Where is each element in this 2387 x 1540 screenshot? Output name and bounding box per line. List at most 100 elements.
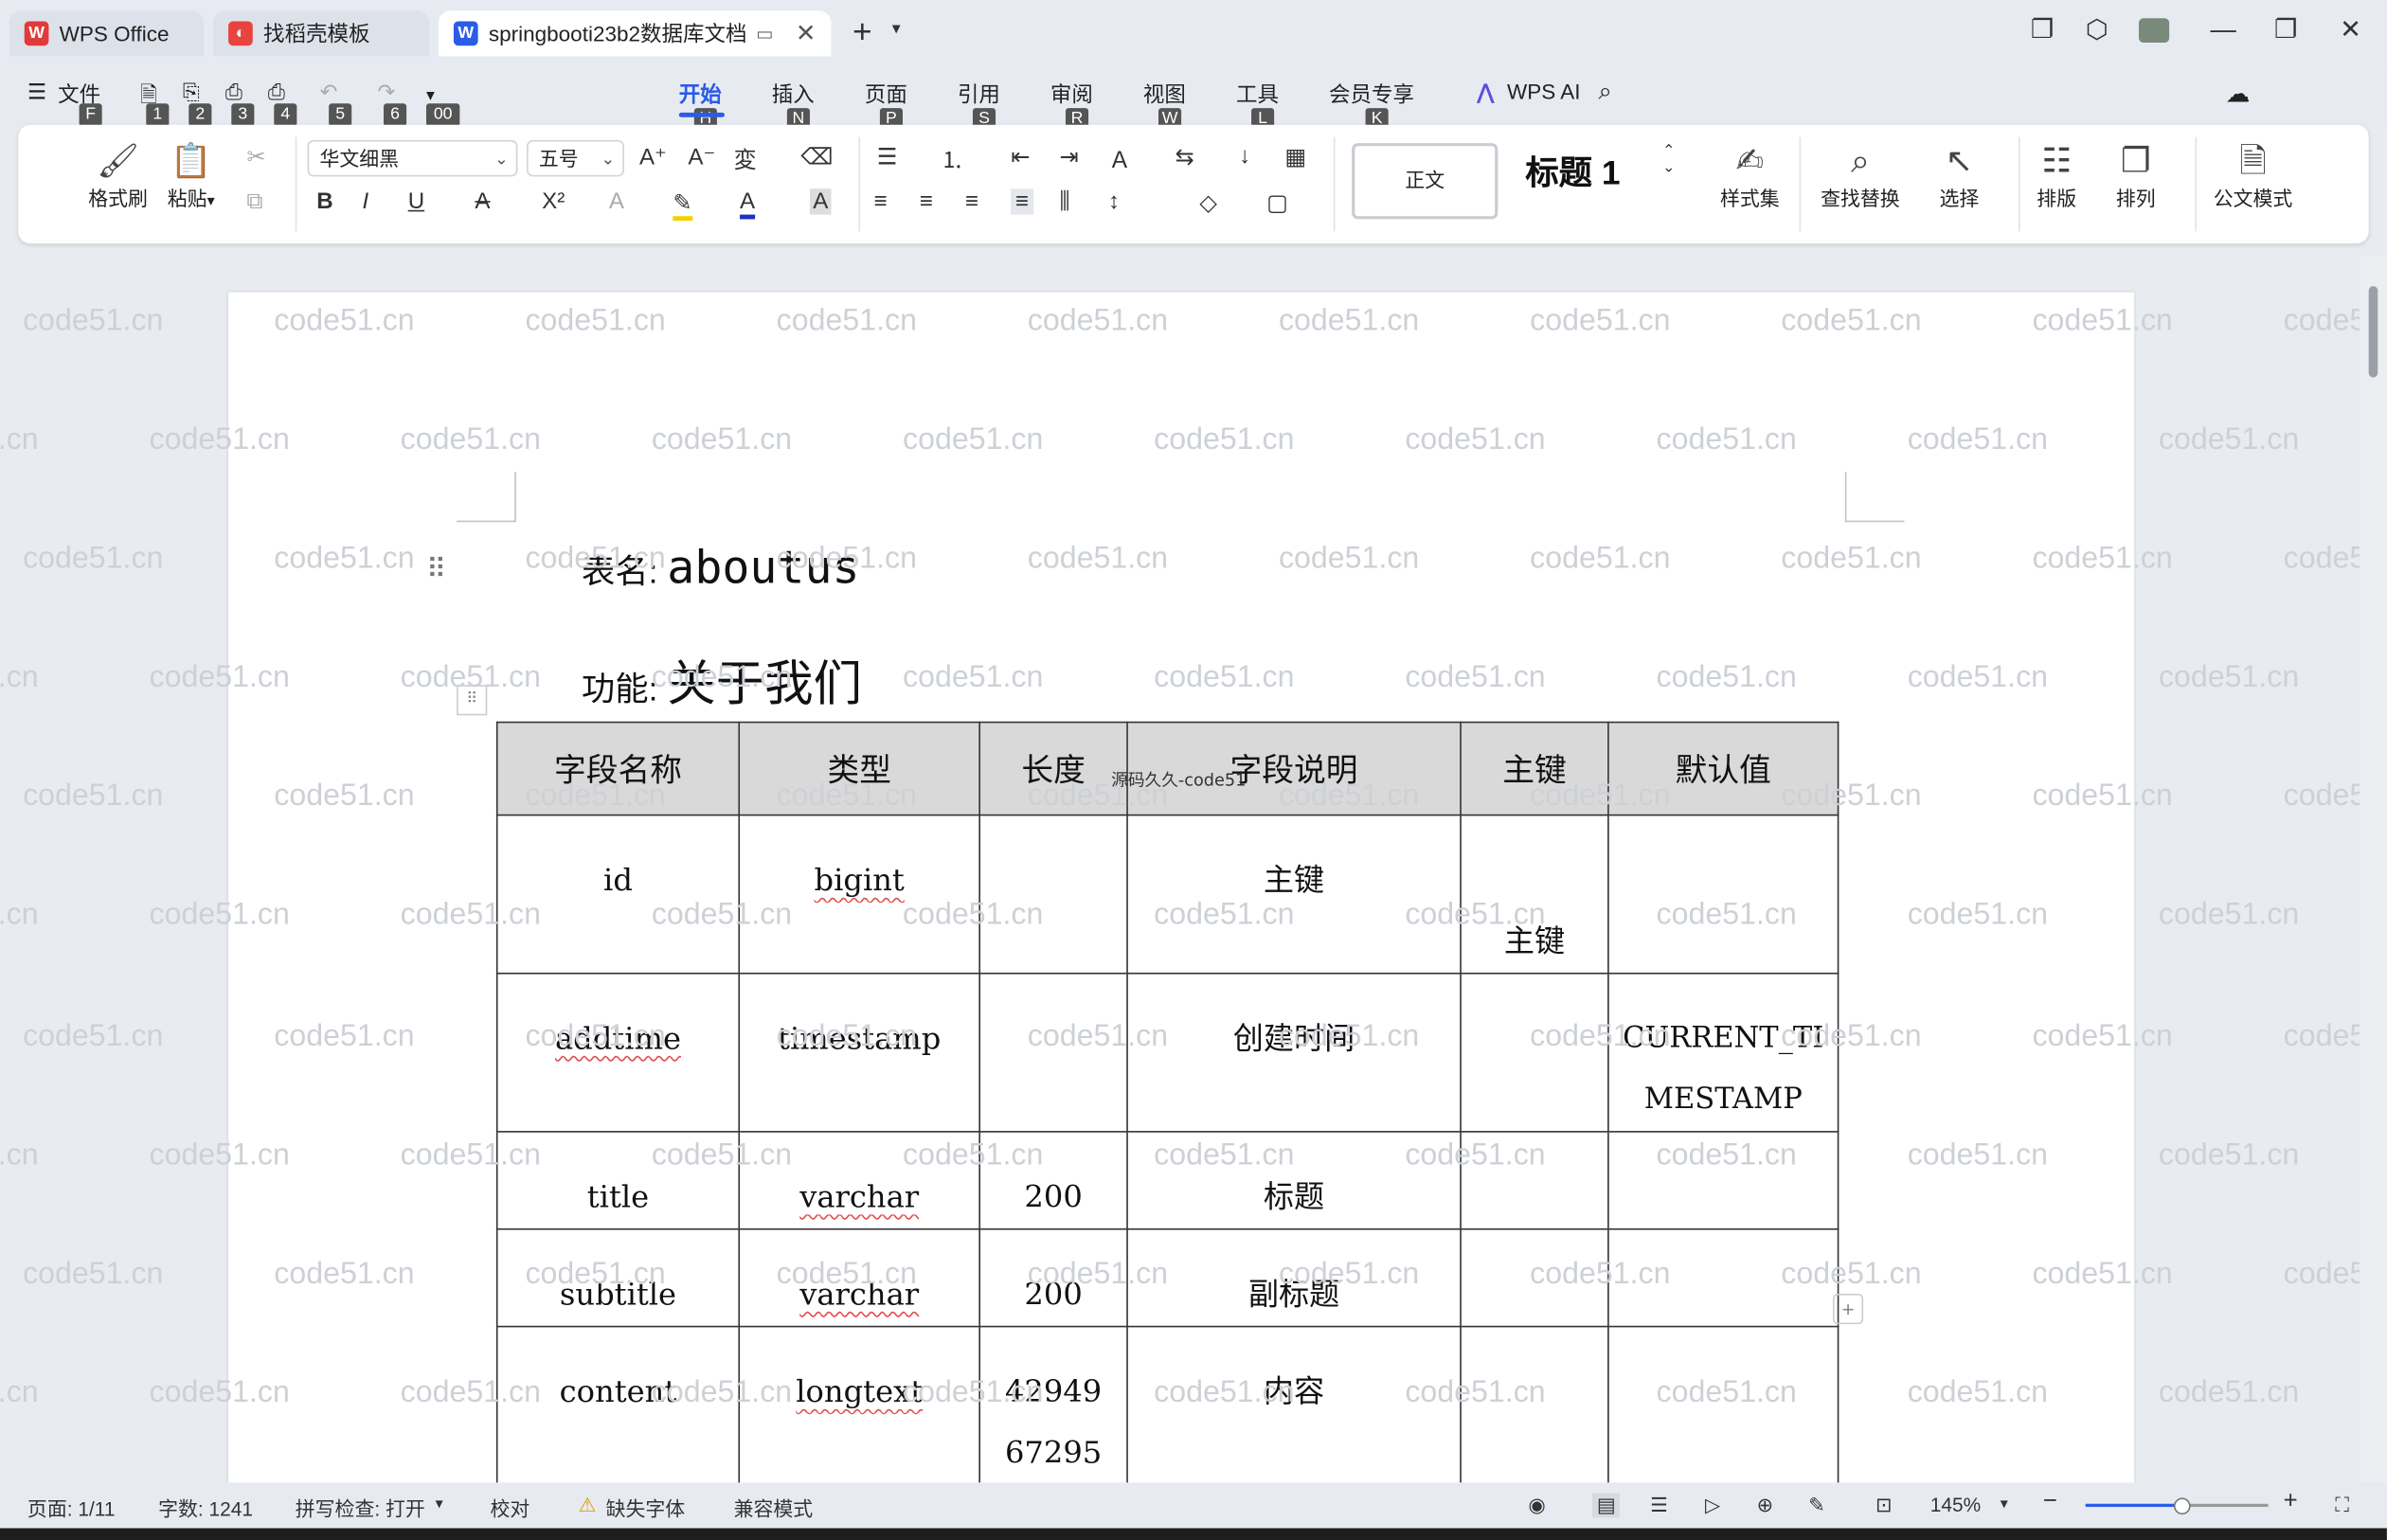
zoom-slider[interactable]: [2085, 1497, 2269, 1515]
decrease-indent-icon[interactable]: ⇤: [1011, 143, 1030, 170]
show-marks-icon[interactable]: ▦: [1284, 143, 1306, 170]
tab-page[interactable]: 页面: [865, 80, 907, 110]
text-direction-icon[interactable]: Ａ: [1108, 143, 1131, 175]
search-icon[interactable]: ⌕: [1598, 80, 1611, 107]
underline-icon[interactable]: U: [408, 188, 424, 214]
monitor-icon[interactable]: ▭: [756, 23, 773, 44]
superscript-icon[interactable]: X²: [542, 188, 565, 214]
align-center-icon[interactable]: ≡: [920, 188, 933, 214]
line-spacing-icon[interactable]: ↕: [1108, 188, 1120, 214]
export-icon[interactable]: ⎘: [183, 80, 200, 105]
play-icon[interactable]: ▷: [1705, 1494, 1720, 1518]
find-replace-button[interactable]: ⌕ 查找替换: [1821, 140, 1900, 212]
redo-icon[interactable]: ↷: [378, 80, 396, 105]
numbered-list-icon[interactable]: ⒈: [941, 143, 963, 175]
font-color-icon[interactable]: A: [740, 188, 756, 220]
align-right-icon[interactable]: ≡: [965, 188, 978, 214]
shading-icon[interactable]: ◇: [1199, 188, 1217, 216]
shrink-font-icon[interactable]: A⁻: [688, 143, 715, 170]
spell-check[interactable]: 拼写检查: 打开: [296, 1494, 425, 1523]
paste-button[interactable]: 📋 粘贴▾: [168, 140, 215, 212]
outline-view-icon[interactable]: ☰: [1650, 1494, 1668, 1518]
justify-icon[interactable]: ≡: [1011, 188, 1033, 215]
document-page[interactable]: ⠿ 表名: aboutus 功能: 关于我们 ⠿ 字段名称 类型 长度 字段说明…: [228, 292, 2135, 1540]
tab-document[interactable]: W springbooti23b2数据库文档 ▭ ✕: [438, 10, 832, 57]
tab-tools[interactable]: 工具: [1236, 80, 1279, 110]
official-mode-button[interactable]: 🗎 公文模式: [2214, 140, 2293, 212]
grow-font-icon[interactable]: A⁺: [639, 143, 667, 170]
style-set-button[interactable]: ✍ 样式集: [1720, 140, 1780, 212]
sort-az-icon[interactable]: ↓: [1239, 143, 1250, 169]
fit-width-icon[interactable]: ⊡: [1876, 1494, 1893, 1518]
avatar[interactable]: [2138, 18, 2170, 43]
tab-insert[interactable]: 插入: [772, 80, 815, 110]
maximize-icon[interactable]: ❐: [2274, 15, 2298, 45]
italic-icon[interactable]: I: [362, 188, 368, 214]
undo-icon[interactable]: ↶: [319, 80, 337, 105]
font-name-select[interactable]: 华文细黑 ⌄: [307, 139, 518, 177]
style-normal[interactable]: 正文: [1352, 143, 1499, 220]
phonetic-icon[interactable]: 変: [734, 143, 757, 175]
border-icon[interactable]: ▢: [1266, 188, 1288, 216]
missing-font-button[interactable]: 缺失字体: [606, 1494, 686, 1523]
highlight-icon[interactable]: ✎: [673, 188, 692, 222]
select-button[interactable]: ↖ 选择: [1939, 140, 1979, 212]
bullet-list-icon[interactable]: ☰: [877, 143, 898, 170]
increase-indent-icon[interactable]: ⇥: [1060, 143, 1079, 170]
zoom-out-icon[interactable]: −: [2043, 1489, 2057, 1516]
tab-reference[interactable]: 引用: [958, 80, 1000, 110]
tab-wps-office[interactable]: W WPS Office: [9, 10, 205, 57]
cloud-upload-icon[interactable]: ☁: [2226, 80, 2251, 110]
table-move-handle-icon[interactable]: ⠿: [457, 685, 488, 716]
page-view-icon[interactable]: ▤: [1592, 1493, 1621, 1518]
bold-icon[interactable]: B: [316, 188, 332, 214]
eraser-icon[interactable]: ⌫: [800, 143, 833, 170]
web-view-icon[interactable]: ⊕: [1757, 1494, 1774, 1518]
font-size-select[interactable]: 五号 ⌄: [527, 139, 624, 177]
chevron-down-icon[interactable]: ▾: [426, 85, 435, 105]
tab-member[interactable]: 会员专享: [1329, 80, 1414, 110]
zoom-level[interactable]: 145%: [1930, 1494, 1981, 1516]
vertical-scrollbar[interactable]: [2360, 255, 2387, 1483]
zoom-slider-knob[interactable]: [2173, 1497, 2191, 1515]
sort-icon[interactable]: ⇆: [1176, 143, 1194, 170]
tab-view[interactable]: 视图: [1143, 80, 1186, 110]
new-tab-icon[interactable]: +: [852, 12, 872, 52]
char-shading-icon[interactable]: A: [809, 188, 832, 215]
cut-icon[interactable]: ✂: [246, 143, 265, 170]
print-icon[interactable]: ⎙: [225, 80, 242, 105]
page-indicator[interactable]: 页面: 1/11: [27, 1494, 116, 1523]
copy-icon[interactable]: ⧉: [246, 188, 262, 214]
close-tab-icon[interactable]: ✕: [796, 18, 817, 48]
fullscreen-icon[interactable]: ⛶: [2335, 1494, 2349, 1518]
layout-button[interactable]: ☷ 排版: [2037, 140, 2076, 212]
close-window-icon[interactable]: ✕: [2340, 15, 2361, 45]
chevron-down-icon[interactable]: ▾: [892, 18, 901, 38]
chevron-down-icon[interactable]: ▾: [2001, 1496, 2008, 1513]
format-painter-button[interactable]: 🖌 格式刷: [88, 140, 148, 212]
print-preview-icon[interactable]: ⎙: [268, 80, 285, 105]
eye-icon[interactable]: ◉: [1529, 1494, 1546, 1518]
cube-icon[interactable]: ⬡: [2086, 15, 2109, 45]
tab-review[interactable]: 审阅: [1050, 80, 1093, 110]
drag-handle-icon[interactable]: ⠿: [426, 554, 446, 586]
hamburger-icon[interactable]: ☰: [27, 80, 46, 105]
word-count[interactable]: 字数: 1241: [158, 1494, 253, 1523]
tab-start[interactable]: 开始: [679, 80, 722, 110]
style-scroll-icon[interactable]: ⌃ ⌄: [1662, 143, 1675, 176]
style-heading-1[interactable]: 标题 1: [1525, 146, 1620, 194]
window-switch-icon[interactable]: ❐: [2031, 15, 2055, 45]
text-effect-icon[interactable]: A: [609, 188, 624, 214]
wps-ai-button[interactable]: WPS AI: [1507, 80, 1581, 104]
zoom-in-icon[interactable]: +: [2284, 1489, 2298, 1516]
tab-find-template[interactable]: ◐ 找稻壳模板: [212, 10, 430, 57]
pen-icon[interactable]: ✎: [1808, 1494, 1825, 1518]
align-left-icon[interactable]: ≡: [873, 188, 887, 214]
minimize-icon[interactable]: —: [2211, 15, 2236, 45]
scroll-thumb[interactable]: [2368, 286, 2378, 378]
chevron-down-icon[interactable]: ▾: [436, 1496, 443, 1513]
strikethrough-icon[interactable]: A: [475, 188, 490, 214]
proofread-button[interactable]: 校对: [490, 1494, 529, 1523]
add-column-icon[interactable]: +: [1832, 1294, 1864, 1325]
arrange-button[interactable]: ❐ 排列: [2116, 140, 2156, 212]
